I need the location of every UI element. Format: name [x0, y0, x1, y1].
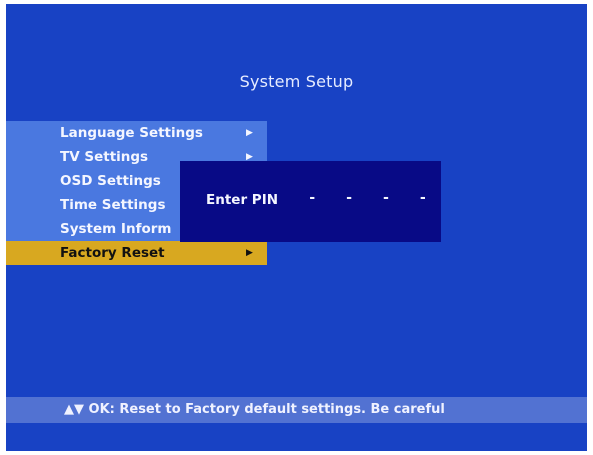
help-bar: ▲▼ OK: Reset to Factory default settings…: [6, 397, 587, 423]
menu-item-label: Language Settings: [60, 125, 203, 141]
menu-item-language-settings[interactable]: Language Settings ▶: [6, 121, 267, 145]
pin-dialog: Enter PIN - - - -: [180, 161, 441, 242]
help-text: ▲▼ OK: Reset to Factory default settings…: [64, 402, 445, 417]
pin-label: Enter PIN: [206, 192, 279, 208]
page-title: System Setup: [239, 72, 354, 91]
chevron-right-icon: ▶: [246, 248, 253, 258]
pin-input[interactable]: - - - -: [308, 190, 437, 206]
menu-item-label: Time Settings: [60, 197, 166, 213]
menu-item-label: OSD Settings: [60, 173, 161, 189]
menu-item-label: Factory Reset: [60, 245, 165, 261]
menu-item-factory-reset[interactable]: Factory Reset ▶: [6, 241, 267, 265]
tv-screen: System Setup Language Settings ▶ TV Sett…: [6, 4, 587, 451]
chevron-right-icon: ▶: [246, 128, 253, 138]
menu-item-label: TV Settings: [60, 149, 149, 165]
menu-item-label: System Inform: [60, 221, 172, 237]
